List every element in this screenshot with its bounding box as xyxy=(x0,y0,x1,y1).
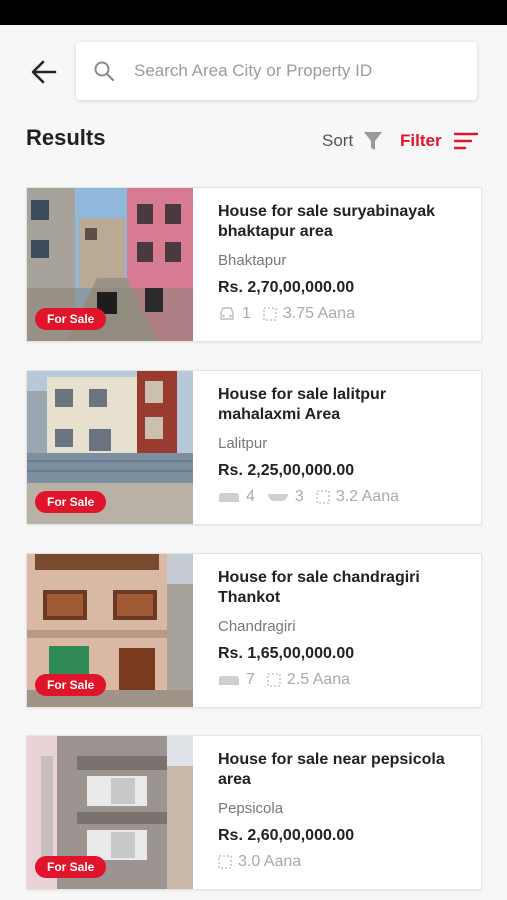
listing-location: Chandragiri xyxy=(218,618,296,635)
for-sale-badge: For Sale xyxy=(35,491,107,513)
property-photo: For Sale xyxy=(27,188,193,341)
listing-card[interactable]: For Sale House for sale chandragiri Than… xyxy=(26,553,482,708)
listing-title: House for sale lalitpur mahalaxmi Area xyxy=(218,386,387,423)
bedroom-feature: 4 xyxy=(218,488,255,506)
property-photo: For Sale xyxy=(27,736,193,889)
search-bar[interactable] xyxy=(76,42,477,100)
listing-features: 3.0 Aana xyxy=(218,853,470,871)
listing-location: Bhaktapur xyxy=(218,252,287,269)
listing-location: Pepsicola xyxy=(218,800,284,817)
bed-icon xyxy=(219,676,239,685)
area-icon xyxy=(267,673,281,687)
bathroom-feature: 3 xyxy=(267,488,304,506)
bed-icon xyxy=(219,493,239,502)
listing-features: 1 3.75 Aana xyxy=(218,305,470,323)
listing-location: Lalitpur xyxy=(218,435,268,452)
bedroom-count: 4 xyxy=(246,488,255,505)
area-value: 3.75 Aana xyxy=(282,305,355,322)
for-sale-badge: For Sale xyxy=(35,856,107,878)
results-screen: Results Sort Filter xyxy=(0,25,507,900)
area-icon xyxy=(218,855,232,869)
area-feature: 3.75 Aana xyxy=(263,305,355,323)
arrow-left-icon xyxy=(31,60,57,84)
listing-features: 7 2.5 Aana xyxy=(218,671,470,689)
page-title: Results xyxy=(26,125,106,150)
listing-price: Rs. 1,65,00,000.00 xyxy=(218,645,355,662)
status-bar xyxy=(0,0,507,25)
property-photo: For Sale xyxy=(27,371,193,524)
area-feature: 3.2 Aana xyxy=(316,488,399,506)
listing-title: House for sale near pepsicola area xyxy=(218,751,445,788)
sort-button[interactable]: Sort xyxy=(322,131,383,151)
car-icon xyxy=(220,307,234,320)
listing-card[interactable]: For Sale House for sale lalitpur mahalax… xyxy=(26,370,482,525)
search-icon xyxy=(94,61,115,82)
bathtub-icon xyxy=(267,494,288,501)
area-icon xyxy=(263,307,277,321)
listing-price: Rs. 2,60,00,000.00 xyxy=(218,827,355,844)
for-sale-badge: For Sale xyxy=(35,308,107,330)
listing-title: House for sale chandragiri Thankot xyxy=(218,569,420,606)
area-value: 2.5 Aana xyxy=(286,671,351,688)
parking-feature: 1 xyxy=(218,305,251,323)
listing-card[interactable]: For Sale House for sale near pepsicola a… xyxy=(26,735,482,890)
listing-price: Rs. 2,70,00,000.00 xyxy=(218,279,355,296)
filter-lines-icon xyxy=(453,132,478,150)
bedroom-count: 7 xyxy=(246,671,255,688)
sort-label: Sort xyxy=(322,131,354,150)
listing-price: Rs. 2,25,00,000.00 xyxy=(218,462,355,479)
funnel-icon xyxy=(364,132,383,150)
back-button[interactable] xyxy=(28,57,62,87)
filter-label: Filter xyxy=(400,131,442,150)
area-feature: 2.5 Aana xyxy=(267,671,350,689)
bathroom-count: 3 xyxy=(294,488,304,505)
area-value: 3.2 Aana xyxy=(335,488,399,505)
listing-features: 4 3 3.2 Aana xyxy=(218,488,470,506)
area-icon xyxy=(316,490,330,504)
property-photo: For Sale xyxy=(27,554,193,707)
filter-button[interactable]: Filter xyxy=(400,131,478,151)
listing-title: House for sale suryabinayak bhaktapur ar… xyxy=(218,203,435,240)
listing-card[interactable]: For Sale House for sale suryabinayak bha… xyxy=(26,187,482,342)
search-input[interactable] xyxy=(134,56,464,86)
for-sale-badge: For Sale xyxy=(35,674,107,696)
parking-count: 1 xyxy=(242,305,251,322)
area-value: 3.0 Aana xyxy=(238,853,302,870)
bedroom-feature: 7 xyxy=(218,671,255,689)
area-feature: 3.0 Aana xyxy=(218,853,301,871)
